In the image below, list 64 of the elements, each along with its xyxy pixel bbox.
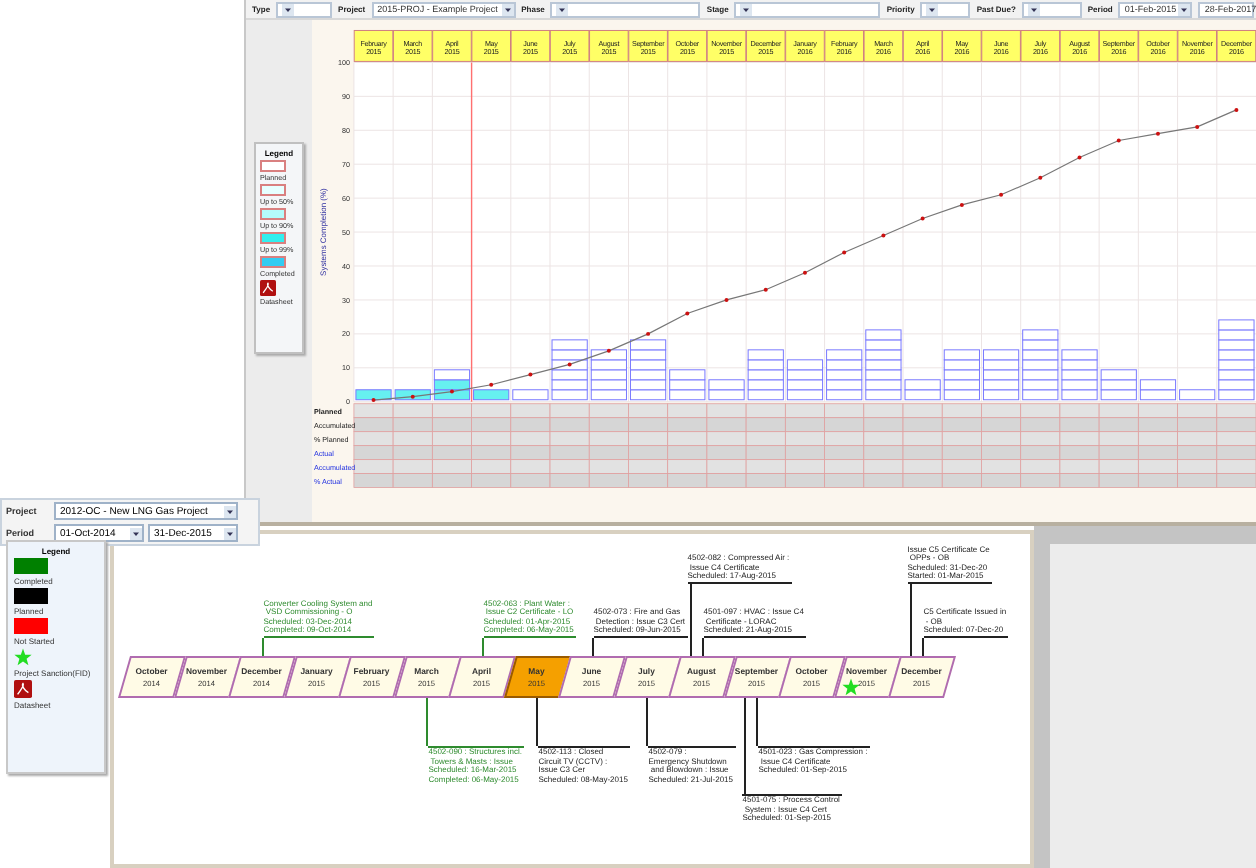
dropdown-arrow-icon[interactable]: [130, 527, 142, 539]
month-header-cell: [706, 30, 747, 62]
dropdown-field[interactable]: [276, 1, 333, 17]
month-header-cell: [1177, 30, 1217, 62]
data-point: [528, 372, 533, 377]
data-point: [1234, 107, 1239, 112]
data-point: [1155, 131, 1160, 136]
dropdown-arrow-icon[interactable]: [1027, 3, 1040, 15]
data-point: [959, 202, 964, 207]
month-header-cell: [392, 30, 433, 62]
month-header-cell: [902, 30, 943, 62]
dropdown-field[interactable]: [920, 1, 971, 17]
dropdown-arrow-icon[interactable]: [224, 505, 236, 517]
month-header-cell: [432, 30, 472, 62]
month-header-cell: [628, 30, 668, 62]
dropdown-arrow-icon[interactable]: [926, 3, 939, 15]
data-point: [449, 389, 454, 394]
pdf-icon[interactable]: [259, 280, 276, 296]
data-point: [567, 362, 572, 367]
dropdown-field[interactable]: [734, 1, 881, 17]
data-point: [920, 216, 925, 221]
month-header-cell: [863, 30, 904, 62]
data-point: [1195, 124, 1200, 129]
month-header-cell: [785, 30, 825, 62]
month-header-cell: [1020, 30, 1060, 62]
data-point: [410, 394, 415, 399]
dropdown-arrow-icon[interactable]: [282, 3, 295, 15]
month-header-cell: [745, 30, 786, 62]
dropdown-field[interactable]: [550, 1, 701, 17]
data-point: [606, 348, 611, 353]
month-header-cell: [1059, 30, 1100, 62]
month-header-cell: [1216, 30, 1256, 62]
dropdown-arrow-icon[interactable]: [224, 527, 236, 539]
month-header-cell: [588, 30, 629, 62]
dropdown-arrow-icon[interactable]: [501, 3, 514, 15]
data-point: [842, 250, 847, 255]
month-header-cell: [510, 30, 551, 62]
star-icon: [14, 648, 32, 666]
data-point: [881, 233, 886, 238]
month-header-cell: [471, 30, 511, 62]
data-point: [763, 287, 768, 292]
data-point: [998, 192, 1003, 197]
month-header-cell: [667, 30, 707, 62]
month-header-cell: [941, 30, 982, 62]
data-point: [371, 398, 376, 403]
month-header-cell: [824, 30, 864, 62]
dropdown-arrow-icon[interactable]: [1178, 3, 1191, 15]
month-header-cell: [981, 30, 1021, 62]
data-point: [1038, 175, 1043, 180]
data-point: [724, 297, 729, 302]
month-header-cell: [1098, 30, 1139, 62]
data-point: [1077, 155, 1082, 160]
data-point: [685, 311, 690, 316]
dropdown-arrow-icon[interactable]: [740, 3, 753, 15]
dropdown-field[interactable]: [1021, 1, 1082, 17]
pdf-icon[interactable]: [14, 680, 32, 698]
data-point: [489, 382, 494, 387]
data-point: [802, 270, 807, 275]
month-header-cell: [1138, 30, 1178, 62]
dropdown-arrow-icon[interactable]: [556, 3, 569, 15]
month-header-cell: [353, 30, 394, 62]
data-point: [1116, 138, 1121, 143]
data-point: [645, 331, 650, 336]
month-header-cell: [549, 30, 590, 62]
